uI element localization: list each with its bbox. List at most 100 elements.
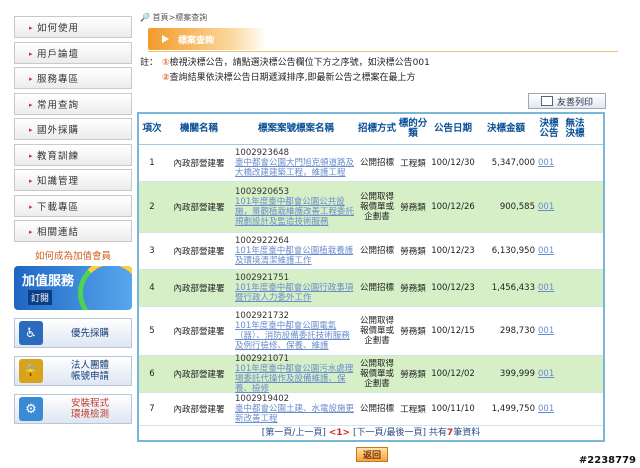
sidebar-nav: ▸ 如何使用 ▸ 用戶論壇 ▸ 服務專區 ▸ 常用查詢 ▸ 國外採購 ▸ 教育訓練 ▸ 知識管理 ▸ 下載專區…	[14, 16, 132, 242]
cell-no: 2	[149, 202, 155, 212]
cell-case: 1002922264 101年度臺中都會公園植栽養護及環境清潔維護工作	[233, 236, 357, 266]
header-fail: 無法決標	[565, 118, 585, 139]
section-title-bar: 標案查詢	[148, 28, 266, 50]
case-id: 1002919402	[235, 394, 290, 404]
case-id: 1002923648	[235, 148, 290, 158]
cell-amount: 1,456,433	[491, 283, 535, 293]
priority-purchase-button[interactable]: ♿ 優先採購	[14, 318, 132, 348]
cell-case: 1002920653 101年度臺中都會公園公共設施，景觀植栽維護改善工程委託規劃…	[233, 187, 357, 227]
lock-icon: 🔒	[19, 359, 43, 383]
header-category: 標的分類	[398, 118, 428, 139]
sidebar-item[interactable]: ▸ 教育訓練	[14, 143, 132, 166]
pager: [第一頁/上一頁] <1> [下一頁/最後一頁] 共有7筆資料	[139, 426, 603, 440]
cell-no: 5	[149, 326, 155, 336]
sidebar-item[interactable]: ▸ 國外採購	[14, 118, 132, 140]
case-name-link[interactable]: 臺中都會公園大門旭克頓道路及大橋改建建築工程，維護工程	[235, 158, 357, 178]
notes: 註： ①檢視決標公告，請點選決標公告欄位下方之序號，如決標公告001 ②查詢結果依…	[140, 56, 430, 86]
notes-label: 註：	[140, 58, 159, 68]
cell-method: 公開取得報價單或企劃書	[359, 359, 394, 389]
cell-case: 1002921751 101年度臺中都會公園行政事項暨行政人力委外工作	[233, 273, 357, 303]
env-check-button[interactable]: ⚙ 安裝程式 環境檢測	[14, 394, 132, 424]
cell-amount: 399,999	[499, 369, 535, 379]
header-award: 決標公告	[539, 118, 559, 139]
cell-award-link[interactable]: 001	[535, 283, 563, 293]
cell-category: 勞務類	[400, 370, 426, 380]
cell-date: 100/12/26	[431, 202, 475, 212]
case-id: 1002921732	[235, 311, 290, 321]
pager-current[interactable]: <1>	[329, 428, 350, 438]
header-date: 公告日期	[433, 123, 472, 134]
sidebar-item[interactable]: ▸ 用戶論壇	[14, 41, 132, 64]
breadcrumb: 🔎 首頁>標案查詢	[140, 12, 207, 23]
cell-date: 100/12/30	[431, 158, 475, 168]
table-row: 5 內政部營建署 1002921732 101年度臺中都會公園電氣（器）、消防設備委託…	[139, 307, 603, 356]
cell-award-link[interactable]: 001	[535, 326, 563, 336]
cell-award-link[interactable]: 001	[535, 369, 563, 379]
table-row: 1 內政部營建署 1002923648 臺中都會公園大門旭克頓道路及大橋改建建築工程，…	[139, 145, 603, 182]
sidebar-item[interactable]: ▸ 相關連結	[14, 220, 132, 242]
back-button[interactable]: 返回	[356, 447, 388, 462]
vip-service-banner[interactable]: 加值服務 訂閱	[14, 266, 132, 310]
case-name-link[interactable]: 101年度臺中都會公園行政事項暨行政人力委外工作	[235, 283, 357, 303]
case-name-link[interactable]: 臺中都會公園土建、水電設施更新改善工程	[235, 404, 357, 424]
cell-no: 3	[149, 246, 155, 256]
table-row: 3 內政部營建署 1002922264 101年度臺中都會公園植栽養護及環境清潔維護工…	[139, 233, 603, 270]
header-amount: 決標金額	[486, 123, 525, 134]
sidebar-item-label: 教育訓練	[37, 150, 80, 162]
case-name-link[interactable]: 101年度臺中都會公園公共設施，景觀植栽維護改善工程委託規劃設計及監造技術服務	[235, 197, 357, 227]
divider	[148, 51, 618, 52]
corp-account-button[interactable]: 🔒 法人團體 帳號申請	[14, 356, 132, 386]
cell-amount: 5,347,000	[491, 158, 535, 168]
case-name-link[interactable]: 101年度臺中都會公園污水處理場委託代操作及設備維護、保養、檢修	[235, 364, 357, 394]
print-button-label: 友善列印	[556, 97, 593, 108]
note-2: 查詢結果依決標公告日期遞減排序,即最新公告之標案在最上方	[169, 73, 416, 83]
note-1: 檢視決標公告，請點選決標公告欄位下方之序號，如決標公告001	[169, 58, 430, 68]
cell-category: 勞務類	[400, 203, 426, 213]
search-icon: 🔎	[140, 13, 150, 22]
sidebar-item[interactable]: ▸ 下載專區	[14, 194, 132, 217]
sidebar-item[interactable]: ▸ 常用查詢	[14, 92, 132, 115]
cell-award-link[interactable]: 001	[535, 202, 563, 212]
sidebar-item-label: 下載專區	[37, 201, 80, 213]
bullet-icon: ▸	[29, 49, 34, 58]
case-name-link[interactable]: 101年度臺中都會公園植栽養護及環境清潔維護工作	[235, 246, 357, 266]
case-name-link[interactable]: 101年度臺中都會公園電氣（器）、消防設備委託技術服務及例行檢修、保養、維護	[235, 321, 357, 351]
cell-award-link[interactable]: 001	[535, 158, 563, 168]
member-link[interactable]: 如何成為加值會員	[14, 248, 132, 262]
cell-org: 內政部營建署	[173, 159, 225, 169]
cell-method: 公開招標	[359, 158, 394, 168]
bullet-icon: ▸	[29, 24, 34, 32]
cell-no: 4	[149, 283, 155, 293]
pager-prev[interactable]: [第一頁/上一頁]	[262, 428, 326, 438]
table-body: 1 內政部營建署 1002923648 臺中都會公園大門旭克頓道路及大橋改建建築工程，…	[139, 145, 603, 426]
vip-title: 加值服務	[22, 274, 75, 289]
cell-category: 勞務類	[400, 327, 426, 337]
cell-award-link[interactable]: 001	[535, 246, 563, 256]
case-id: 1002922264	[235, 236, 290, 246]
sidebar-item[interactable]: ▸ 服務專區	[14, 67, 132, 89]
sidebar-item[interactable]: ▸ 如何使用	[14, 16, 132, 38]
sidebar-item-label: 服務專區	[37, 74, 80, 85]
cell-no: 6	[149, 369, 155, 379]
sidebar-item-label: 用戶論壇	[37, 48, 80, 60]
cell-case: 1002919402 臺中都會公園土建、水電設施更新改善工程	[233, 394, 357, 424]
pager-total-pre: 共有	[428, 428, 447, 438]
cell-category: 勞務類	[400, 247, 426, 257]
sidebar-item-label: 如何使用	[37, 23, 80, 34]
cell-case: 1002921732 101年度臺中都會公園電氣（器）、消防設備委託技術服務及例行…	[233, 311, 357, 351]
bullet-icon: ▸	[29, 228, 34, 236]
note-1-icon: ①	[162, 58, 170, 68]
sidebar-item[interactable]: ▸ 知識管理	[14, 169, 132, 191]
cell-award-link[interactable]: 001	[535, 404, 563, 414]
results-table: 項次 機關名稱 標案案號標案名稱 招標方式 標的分類 公告日期 決標金額 決標公…	[137, 112, 605, 442]
cell-date: 100/12/23	[431, 246, 475, 256]
wheelchair-icon: ♿	[19, 321, 43, 345]
pager-next[interactable]: [下一頁/最後一頁]	[353, 428, 426, 438]
table-row: 4 內政部營建署 1002921751 101年度臺中都會公園行政事項暨行政人力委外工…	[139, 270, 603, 307]
header-no: 項次	[142, 123, 162, 134]
print-button[interactable]: 友善列印	[528, 93, 606, 109]
cell-method: 公開招標	[359, 404, 394, 414]
note-2-icon: ②	[162, 73, 170, 83]
breadcrumb-text[interactable]: 首頁>標案查詢	[153, 13, 208, 22]
install-icon: ⚙	[19, 397, 43, 421]
